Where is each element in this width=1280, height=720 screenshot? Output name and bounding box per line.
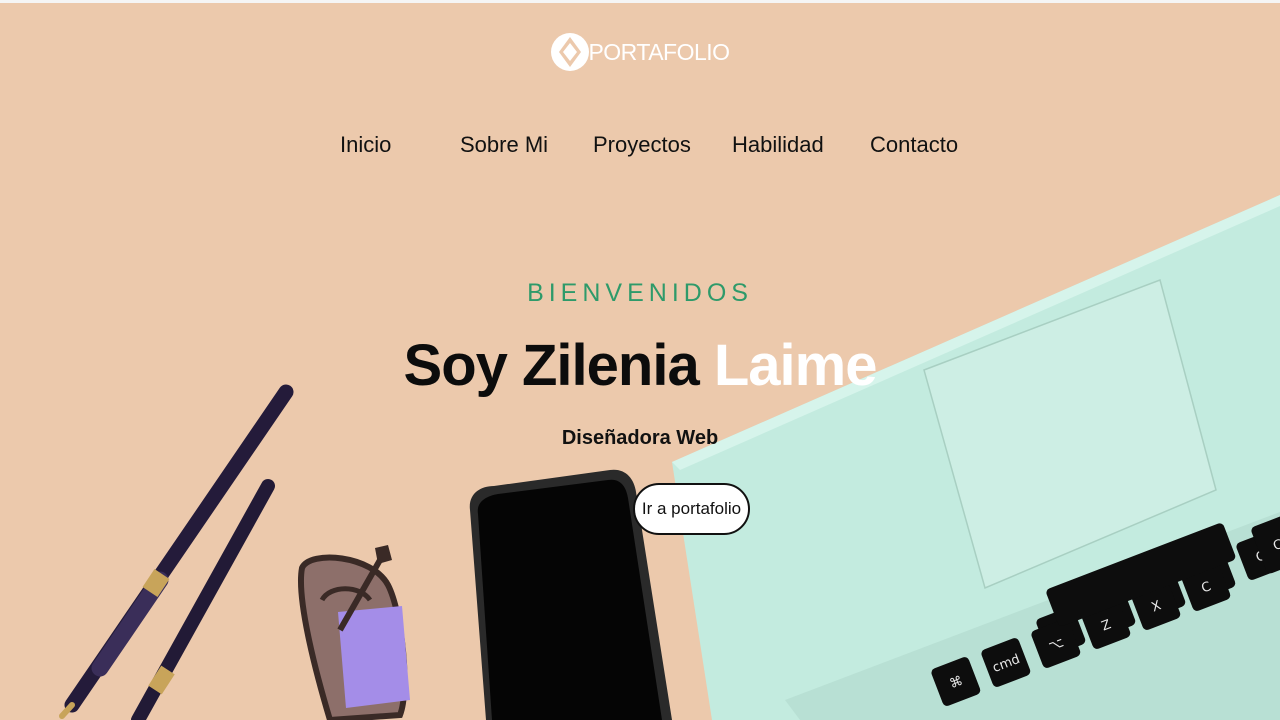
nav-item-sobre-mi[interactable]: Sobre Mi — [460, 132, 548, 158]
nav-item-proyectos[interactable]: Proyectos — [593, 132, 691, 158]
landing-page: ⌘SDFG⌘cmd⌥ZXCC — [0, 0, 1280, 720]
hero-title: Soy Zilenia Laime — [0, 332, 1280, 399]
hero-title-lead: Soy Zilenia — [403, 333, 700, 398]
go-to-portfolio-button[interactable]: Ir a portafolio — [633, 483, 750, 535]
main-navigation: Inicio Sobre Mi Proyectos Habilidad Cont… — [0, 132, 1280, 162]
nav-item-habilidad[interactable]: Habilidad — [732, 132, 824, 158]
hero-eyebrow: BIENVENIDOS — [527, 279, 753, 307]
brand-logo-link[interactable]: PORTAFOLIO — [0, 26, 1280, 78]
brand-name: PORTAFOLIO — [588, 38, 730, 65]
hero-subtitle: Diseñadora Web — [561, 427, 719, 449]
hero-title-accent: Laime — [713, 333, 878, 398]
diamond-logo-icon — [551, 33, 590, 71]
top-border — [0, 0, 1280, 3]
nav-item-contacto[interactable]: Contacto — [870, 132, 958, 158]
nav-item-inicio[interactable]: Inicio — [340, 132, 391, 158]
